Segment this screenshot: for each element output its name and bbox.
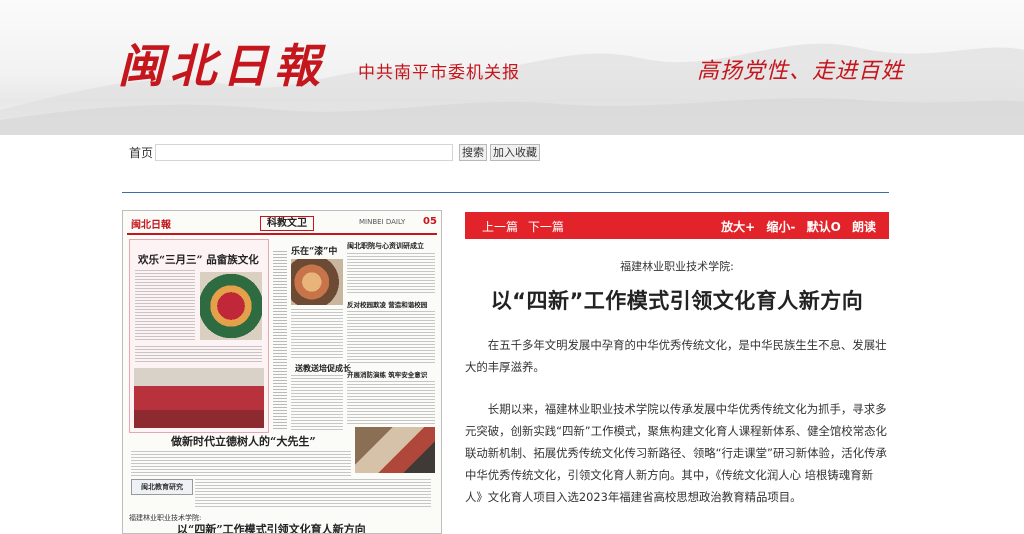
paper-photo-classroom	[355, 427, 435, 473]
paper-text-block	[273, 251, 287, 431]
paper-photo-dancers	[200, 272, 262, 340]
paper-column-logo: 闽北教育研究	[131, 479, 193, 495]
search-button[interactable]: 搜索	[459, 143, 488, 161]
article-paragraph-2: 长期以来，福建林业职业技术学院以传承发展中华优秀传统文化为抓手，寻求多元突破，创…	[465, 402, 887, 504]
paper-logo: 闽北日報	[131, 220, 171, 231]
paper-daily-label: MINBEI DAILY	[359, 218, 406, 226]
paper-headline-4: 反对校园欺凌 营造和谐校园	[347, 301, 428, 309]
paper-text-block	[347, 311, 435, 365]
newspaper-page-thumbnail[interactable]: 闽北日報 科教文卫 MINBEI DAILY 05 欢乐“三月三” 品畲族文化 …	[122, 210, 442, 534]
paper-section-title: 科教文卫	[260, 216, 314, 231]
paper-text-block	[347, 381, 435, 425]
paper-headline-2: 乐在“漆”中	[291, 247, 338, 257]
paper-text-block	[135, 270, 195, 342]
article-paragraph-1: 在五千多年文明发展中孕育的中华优秀传统文化，是中华民族生生不息、发展壮大的丰厚滋…	[465, 338, 887, 374]
paper-photo-performance	[134, 368, 264, 428]
article-toolbar: 上一篇 下一篇 放大+ 缩小- 默认O 朗读	[465, 212, 889, 239]
article-title: 以“四新”工作模式引领文化育人新方向	[490, 289, 864, 313]
read-aloud-button[interactable]: 朗读	[852, 220, 876, 234]
site-subtitle: 中共南平市委机关报	[358, 63, 520, 83]
paper-text-block	[135, 346, 262, 364]
paper-text-block	[291, 375, 343, 431]
paper-headline-3: 闽北职院与心资训研成立	[347, 241, 424, 250]
prev-article-link[interactable]: 上一篇	[482, 220, 518, 234]
header-divider	[122, 192, 889, 193]
zoom-out-button[interactable]: 缩小-	[766, 220, 795, 234]
header-banner: 闽北日報 中共南平市委机关报 高扬党性、走进百姓	[0, 0, 1024, 135]
paper-text-block	[291, 309, 343, 359]
home-link[interactable]: 首页	[129, 144, 153, 161]
paper-text-block	[347, 253, 435, 295]
search-bar: 首页 搜索 加入收藏	[129, 142, 543, 162]
paper-headline-5: 送教送培促成长	[295, 363, 351, 373]
article-kicker: 福建林业职业技术学院:	[620, 260, 734, 273]
paper-masthead: 闽北日報 科教文卫 MINBEI DAILY 05	[127, 215, 437, 235]
default-size-button[interactable]: 默认O	[807, 220, 841, 234]
zoom-in-button[interactable]: 放大+	[721, 220, 755, 234]
paper-photo-lacquer	[291, 259, 343, 305]
paper-bottom-headline: 以“四新”工作模式引领文化育人新方向	[177, 523, 366, 534]
paper-headline-6: 开展消防演练 筑牢安全意识	[347, 371, 428, 379]
add-favorite-button[interactable]: 加入收藏	[490, 143, 541, 161]
site-logo[interactable]: 闽北日報	[118, 30, 326, 96]
paper-headline-7: 做新时代立德树人的“大先生”	[171, 435, 316, 448]
paper-text-block	[195, 479, 431, 509]
site-slogan: 高扬党性、走进百姓	[697, 59, 905, 84]
search-input[interactable]	[155, 143, 454, 161]
paper-headline-1: 欢乐“三月三” 品畲族文化	[138, 254, 259, 266]
next-article-link[interactable]: 下一篇	[528, 220, 564, 234]
paper-text-block	[131, 451, 351, 477]
paper-article-block-1[interactable]: 欢乐“三月三” 品畲族文化	[129, 239, 269, 433]
paper-page-number: 05	[423, 216, 437, 227]
